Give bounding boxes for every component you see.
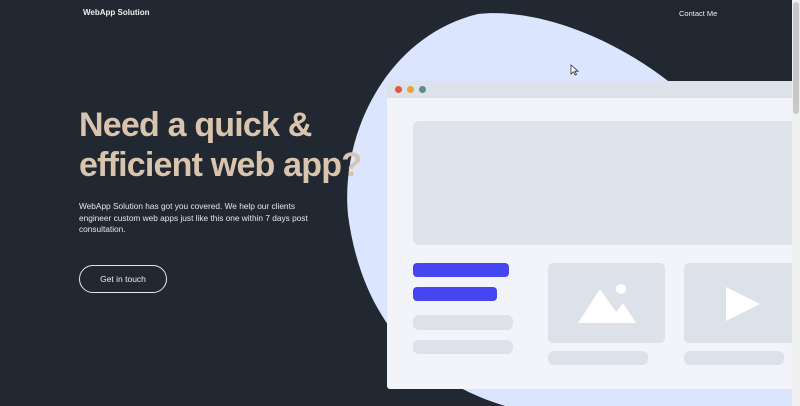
brand-logo[interactable]: WebApp Solution xyxy=(83,8,150,17)
image-icon xyxy=(578,284,636,323)
hero-title: Need a quick & efficient web app? xyxy=(79,106,362,184)
mockup-secondary-button xyxy=(413,287,497,301)
mockup-caption-line xyxy=(548,351,648,365)
play-icon xyxy=(726,287,760,321)
hero-description: WebApp Solution has got you covered. We … xyxy=(79,201,308,234)
browser-mockup-illustration xyxy=(387,81,797,389)
scrollbar-thumb[interactable] xyxy=(793,2,799,114)
mockup-text-line xyxy=(413,340,513,354)
maximize-dot-icon xyxy=(419,86,426,93)
contact-me-link[interactable]: Contact Me xyxy=(679,9,717,18)
close-dot-icon xyxy=(395,86,402,93)
mockup-video-card xyxy=(684,263,797,343)
vertical-scrollbar[interactable] xyxy=(792,0,800,406)
mockup-hero-block xyxy=(413,121,797,245)
landing-page: WebApp Solution Contact Me Need a quick … xyxy=(0,0,800,406)
mockup-title-bar xyxy=(387,81,797,98)
mockup-caption-line xyxy=(684,351,784,365)
mockup-primary-button xyxy=(413,263,509,277)
minimize-dot-icon xyxy=(407,86,414,93)
mouse-pointer-icon xyxy=(570,64,579,76)
mockup-text-line xyxy=(413,315,513,330)
get-in-touch-button[interactable]: Get in touch xyxy=(79,265,167,293)
mockup-image-card xyxy=(548,263,665,343)
